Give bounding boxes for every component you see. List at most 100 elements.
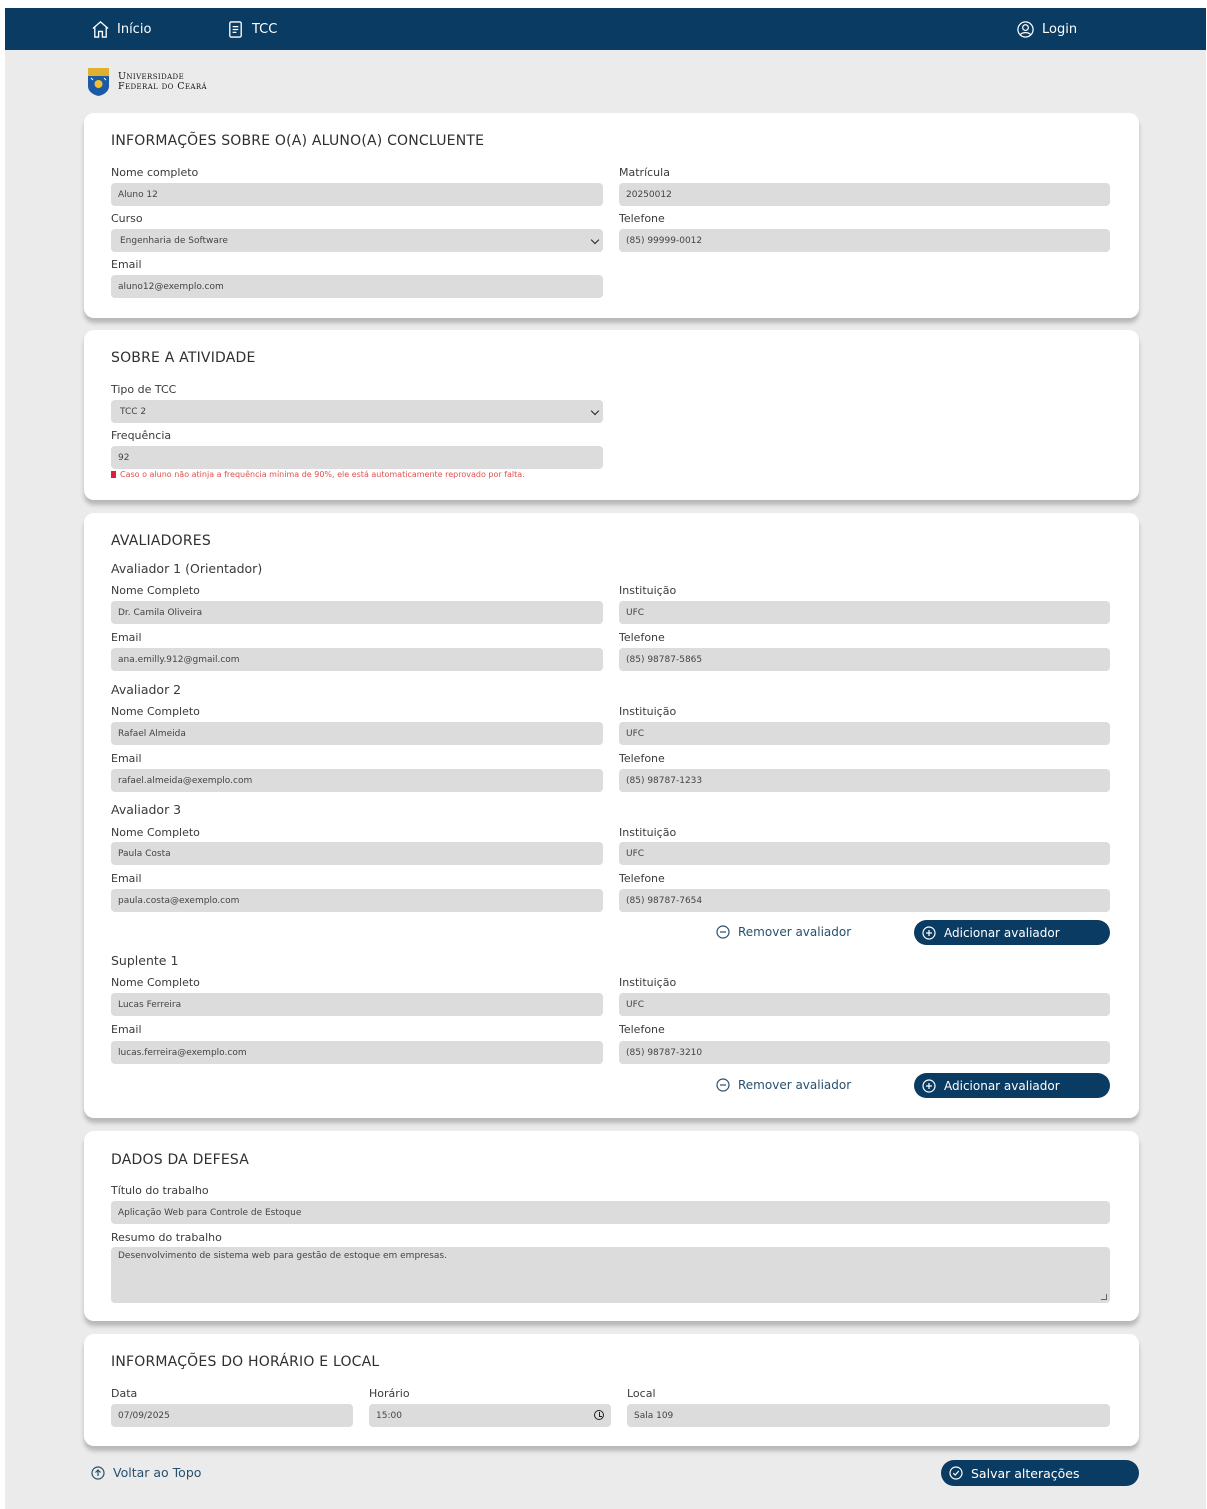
email-field[interactable]: aluno12@exemplo.com <box>111 275 603 298</box>
plus-circle-icon <box>922 925 936 940</box>
nav-login-label: Login <box>1042 22 1078 37</box>
evaluator-2-phone-label: Telefone <box>619 752 665 765</box>
evaluator-3-email-label: Email <box>111 872 142 885</box>
nav-tcc[interactable]: TCC <box>226 20 277 39</box>
nav-login[interactable]: Login <box>1016 20 1077 39</box>
activity-card: SOBRE A ATIVIDADE Tipo de TCC TCC 2 Freq… <box>84 330 1139 500</box>
activity-title: SOBRE A ATIVIDADE <box>111 350 256 366</box>
evaluators-card: AVALIADORES Avaliador 1 (Orientador) Nom… <box>84 513 1139 1118</box>
full-name-field[interactable]: Aluno 12 <box>111 183 603 206</box>
work-summary-label: Resumo do trabalho <box>111 1231 222 1244</box>
add-substitute-label: Adicionar avaliador <box>944 1078 1060 1093</box>
add-evaluator-button[interactable]: Adicionar avaliador <box>914 920 1110 945</box>
work-summary-textarea[interactable]: Desenvolvimento de sistema web para gest… <box>111 1247 1110 1303</box>
evaluator-2-institution-label: Instituição <box>619 705 677 718</box>
frequency-warning-text: Caso o aluno não atinja a frequência mín… <box>120 470 525 479</box>
schedule-card: INFORMAÇÕES DO HORÁRIO E LOCAL Data 07/0… <box>84 1334 1139 1446</box>
defense-title: DADOS DA DEFESA <box>111 1152 250 1168</box>
evaluator-2-email-field[interactable]: rafael.almeida@exemplo.com <box>111 769 603 792</box>
phone-label: Telefone <box>619 212 665 225</box>
date-label: Data <box>111 1387 138 1400</box>
frequency-label: Frequência <box>111 429 172 442</box>
university-logo: Universidade Federal do Ceará <box>85 67 207 97</box>
location-field[interactable]: Sala 109 <box>627 1404 1110 1427</box>
add-substitute-button[interactable]: Adicionar avaliador <box>914 1073 1110 1098</box>
enrollment-field[interactable]: 20250012 <box>619 183 1110 206</box>
evaluator-2-email-label: Email <box>111 752 142 765</box>
remove-substitute-label: Remover avaliador <box>738 1078 852 1092</box>
evaluator-2-institution-field[interactable]: UFC <box>619 722 1110 745</box>
minus-circle-icon <box>716 1078 730 1092</box>
evaluator-1-institution-label: Instituição <box>619 584 677 597</box>
evaluator-3-institution-field[interactable]: UFC <box>619 842 1110 865</box>
back-to-top-label: Voltar ao Topo <box>113 1465 202 1480</box>
student-info-card: INFORMAÇÕES SOBRE O(A) ALUNO(A) CONCLUEN… <box>84 113 1139 318</box>
save-changes-button[interactable]: Salvar alterações <box>941 1460 1139 1486</box>
minus-circle-icon <box>716 925 730 939</box>
evaluator-1-phone-label: Telefone <box>619 631 665 644</box>
nav-home[interactable]: Início <box>91 20 151 39</box>
evaluator-3-name-field[interactable]: Paula Costa <box>111 842 603 865</box>
evaluator-1-email-label: Email <box>111 631 142 644</box>
evaluator-2-phone-field[interactable]: (85) 98787-1233 <box>619 769 1110 792</box>
user-icon <box>1017 21 1034 38</box>
substitute-1-institution-label: Instituição <box>619 976 677 989</box>
save-changes-label: Salvar alterações <box>971 1465 1080 1481</box>
evaluator-1-name-field[interactable]: Dr. Camila Oliveira <box>111 601 603 624</box>
evaluator-1-institution-field[interactable]: UFC <box>619 601 1110 624</box>
work-summary-text: Desenvolvimento de sistema web para gest… <box>118 1251 447 1261</box>
nav-home-label: Início <box>117 22 152 37</box>
evaluator-3-phone-label: Telefone <box>619 872 665 885</box>
evaluator-1-heading: Avaliador 1 (Orientador) <box>111 561 263 576</box>
substitute-1-name-label: Nome Completo <box>111 976 200 989</box>
frequency-warning: Caso o aluno não atinja a frequência mín… <box>111 470 525 479</box>
substitute-1-heading: Suplente 1 <box>111 953 179 968</box>
remove-substitute-button[interactable]: Remover avaliador <box>716 1078 851 1092</box>
evaluator-1-email-field[interactable]: ana.emilly.912@gmail.com <box>111 648 603 671</box>
work-title-label: Título do trabalho <box>111 1184 209 1197</box>
evaluator-3-email-field[interactable]: paula.costa@exemplo.com <box>111 889 603 912</box>
schedule-title: INFORMAÇÕES DO HORÁRIO E LOCAL <box>111 1354 380 1370</box>
substitute-1-name-field[interactable]: Lucas Ferreira <box>111 993 603 1016</box>
evaluator-3-name-label: Nome Completo <box>111 826 200 839</box>
page: Início TCC Login Universidade Federal do… <box>5 8 1206 1509</box>
evaluator-1-name-label: Nome Completo <box>111 584 200 597</box>
evaluator-1-phone-field[interactable]: (85) 98787-5865 <box>619 648 1110 671</box>
tcc-type-select[interactable]: TCC 2 <box>111 400 603 423</box>
clock-icon[interactable] <box>594 1410 604 1420</box>
evaluator-2-name-field[interactable]: Rafael Almeida <box>111 722 603 745</box>
arrow-up-circle-icon <box>91 1465 105 1480</box>
substitute-1-phone-field[interactable]: (85) 98787-3210 <box>619 1041 1110 1064</box>
warning-marker-icon <box>111 471 116 478</box>
work-title-field[interactable]: Aplicação Web para Controle de Estoque <box>111 1201 1110 1224</box>
tcc-type-label: Tipo de TCC <box>111 383 177 396</box>
substitute-1-phone-label: Telefone <box>619 1023 665 1036</box>
top-navbar: Início TCC Login <box>5 8 1206 50</box>
date-field[interactable]: 07/09/2025 <box>111 1404 353 1427</box>
frequency-field[interactable]: 92 <box>111 446 603 469</box>
substitute-1-institution-field[interactable]: UFC <box>619 993 1110 1016</box>
time-label: Horário <box>369 1387 410 1400</box>
course-select[interactable]: Engenharia de Software <box>111 229 603 252</box>
location-label: Local <box>627 1387 656 1400</box>
substitute-1-email-field[interactable]: lucas.ferreira@exemplo.com <box>111 1041 603 1064</box>
evaluator-3-heading: Avaliador 3 <box>111 802 182 817</box>
evaluator-3-phone-field[interactable]: (85) 98787-7654 <box>619 889 1110 912</box>
plus-circle-icon <box>922 1078 936 1093</box>
remove-evaluator-label: Remover avaliador <box>738 925 852 939</box>
document-icon <box>229 21 242 38</box>
evaluators-title: AVALIADORES <box>111 533 211 549</box>
phone-field[interactable]: (85) 99999-0012 <box>619 229 1110 252</box>
remove-evaluator-button[interactable]: Remover avaliador <box>716 925 851 939</box>
home-icon <box>92 21 109 38</box>
resize-handle-icon[interactable] <box>1101 1294 1107 1300</box>
time-field[interactable]: 15:00 <box>369 1404 611 1427</box>
back-to-top-link[interactable]: Voltar ao Topo <box>91 1465 201 1480</box>
student-info-title: INFORMAÇÕES SOBRE O(A) ALUNO(A) CONCLUEN… <box>111 133 485 149</box>
defense-card: DADOS DA DEFESA Título do trabalho Aplic… <box>84 1131 1139 1321</box>
add-evaluator-label: Adicionar avaliador <box>944 925 1060 940</box>
full-name-label: Nome completo <box>111 166 199 179</box>
substitute-1-email-label: Email <box>111 1023 142 1036</box>
evaluator-2-heading: Avaliador 2 <box>111 682 182 697</box>
nav-tcc-label: TCC <box>252 22 278 37</box>
